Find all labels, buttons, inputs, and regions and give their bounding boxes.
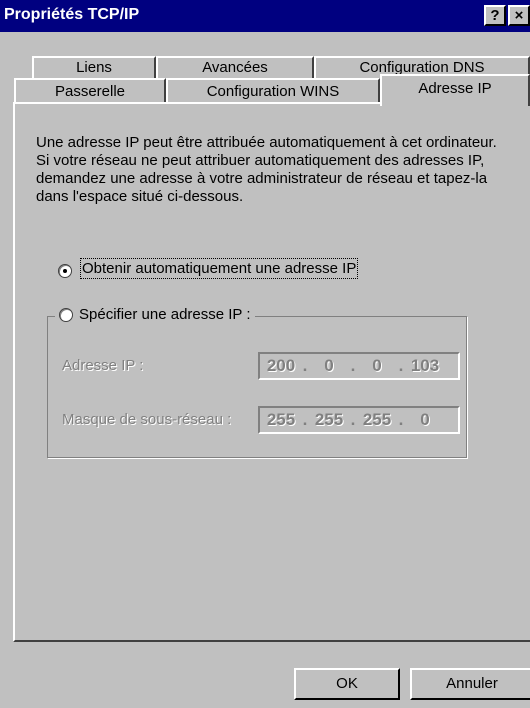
radio-specify-ip[interactable] [59, 307, 73, 322]
close-icon: × [514, 7, 524, 24]
subnet-mask-field[interactable]: 255. 255. 255. 0 [258, 406, 460, 434]
cancel-button[interactable]: Annuler [410, 668, 530, 700]
ok-button[interactable]: OK [294, 668, 400, 700]
tab-avancees[interactable]: Avancées [156, 56, 314, 78]
description-text: Une adresse IP peut être attribuée autom… [36, 134, 497, 205]
help-button[interactable]: ? [484, 5, 506, 26]
radio-specify-ip-label[interactable]: Spécifier une adresse IP : [79, 306, 251, 323]
radio-selected-dot [63, 269, 67, 273]
subnet-mask-label: Masque de sous-réseau : [62, 411, 232, 428]
ip-address-label: Adresse IP : [62, 357, 144, 374]
mask-octet-1: 255 [266, 410, 296, 429]
ip-address-field[interactable]: 200. 0. 0. 103 [258, 352, 460, 380]
ip-octet-2: 0 [324, 356, 334, 375]
tab-configuration-wins[interactable]: Configuration WINS [166, 78, 380, 102]
mask-octet-2: 255 [314, 410, 344, 429]
tab-passerelle[interactable]: Passerelle [14, 78, 166, 102]
help-icon: ? [490, 7, 500, 24]
ip-octet-3: 0 [372, 356, 382, 375]
radio-auto-ip[interactable] [58, 264, 72, 278]
title-bar: Propriétés TCP/IP ? × [0, 0, 530, 32]
mask-octet-3: 255 [362, 410, 392, 429]
window-title: Propriétés TCP/IP [4, 6, 140, 23]
specify-ip-header: Spécifier une adresse IP : [55, 306, 255, 323]
tab-liens[interactable]: Liens [32, 56, 156, 78]
mask-octet-4: 0 [420, 410, 430, 429]
specify-ip-groupbox [47, 316, 467, 458]
ip-octet-1: 200 [266, 356, 296, 375]
close-button[interactable]: × [508, 5, 530, 26]
radio-auto-ip-label[interactable]: Obtenir automatiquement une adresse IP [79, 258, 359, 279]
ip-octet-4: 103 [410, 356, 440, 375]
tab-adresse-ip[interactable]: Adresse IP [380, 74, 530, 106]
